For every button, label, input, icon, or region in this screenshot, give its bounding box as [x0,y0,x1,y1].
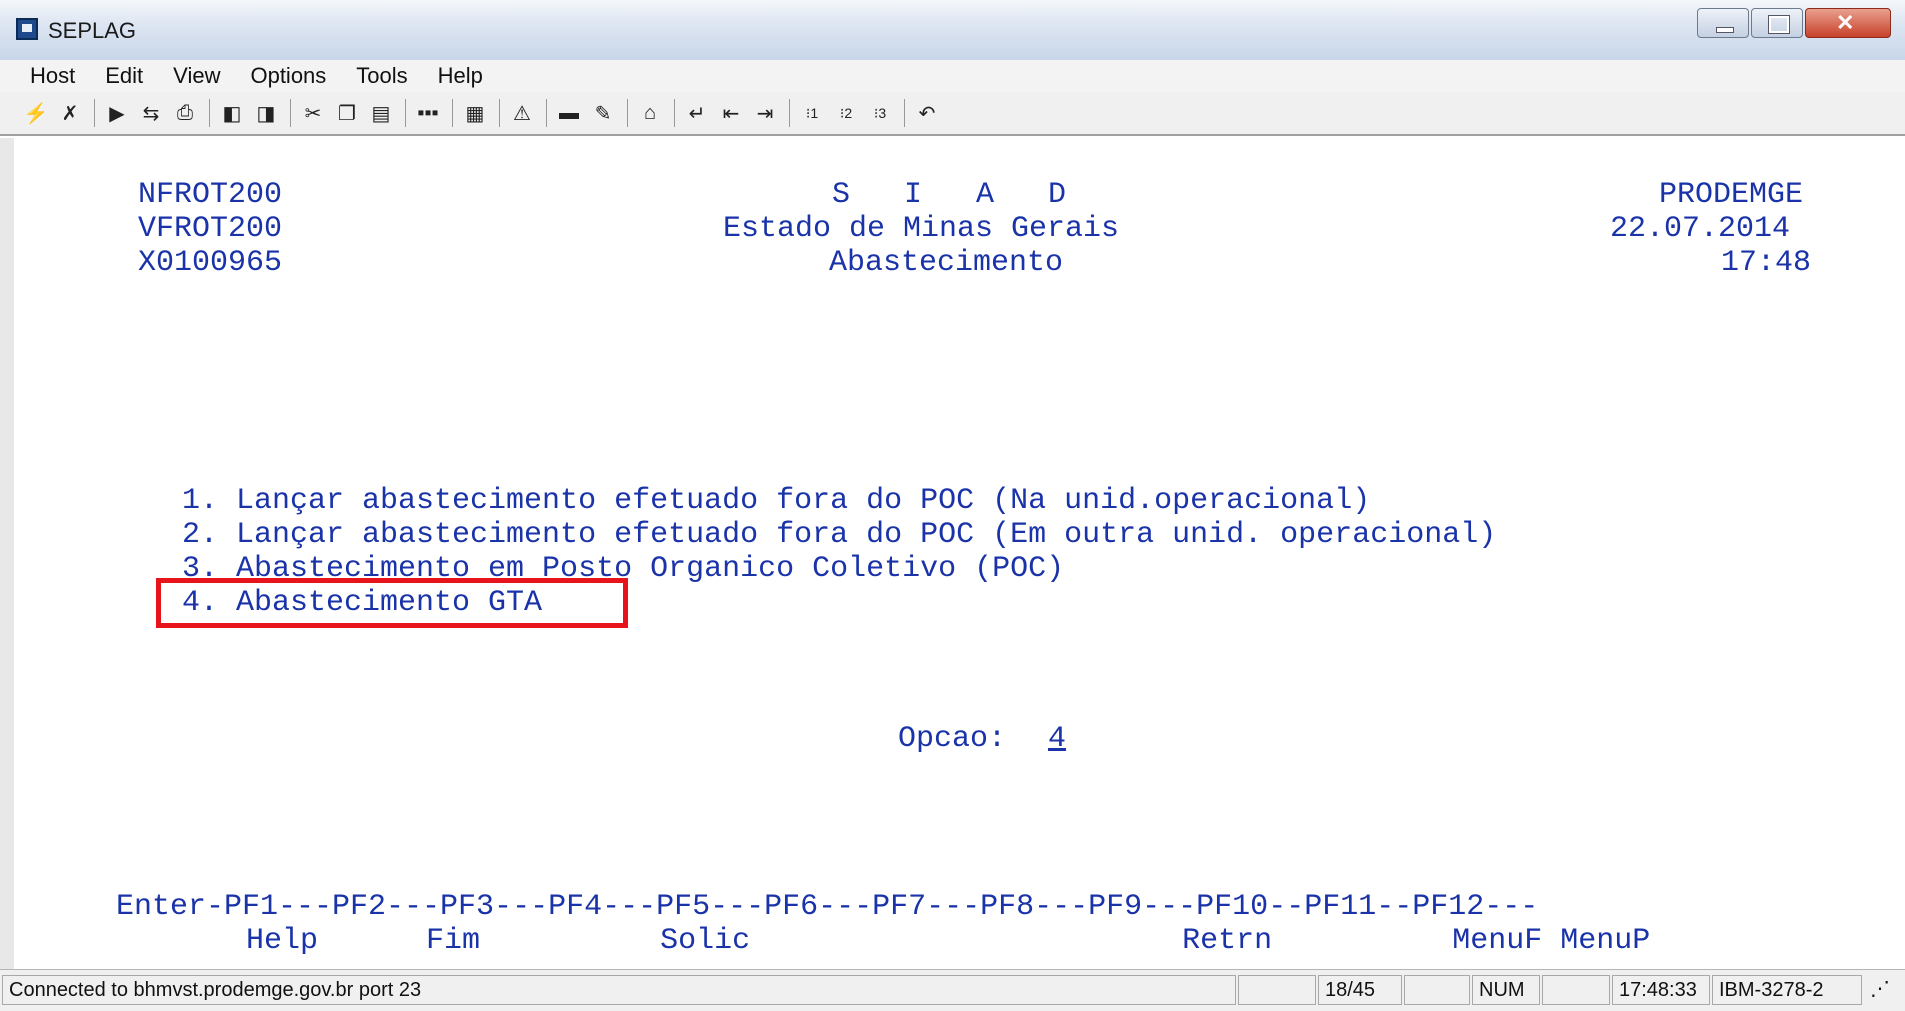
option-input[interactable]: 4 [1048,722,1066,756]
keypad-icon[interactable]: ▪▪▪ [414,99,442,127]
connection-status: Connected to bhmvst.prodemge.gov.br port… [2,975,1236,1005]
pa3-icon[interactable]: ⁝3 [866,99,894,127]
toolbar-separator [290,99,291,127]
display-icon[interactable]: ▬ [555,99,583,127]
connect-icon[interactable]: ⚡ [22,99,50,127]
highlight-annotation-box [156,578,628,628]
option-prompt-label: Opcao: [898,722,1007,756]
toolbar-separator [405,99,406,127]
toolbar-separator [674,99,675,127]
toolbar-separator [546,99,547,127]
pa2-icon[interactable]: ⁝2 [832,99,860,127]
pa1-icon[interactable]: ⁝1 [798,99,826,127]
play-macro-icon[interactable]: ▶ [103,99,131,127]
status-empty-1 [1238,975,1316,1005]
window-title: SEPLAG [48,18,137,43]
status-empty-2 [1404,975,1470,1005]
toolbar-separator [499,99,500,127]
status-time: 17:48:33 [1612,975,1710,1005]
toolbar: ⚡ ✗ ▶ ⇆ ⎙ ◧ ◨ ✂ ❐ ▤ ▪▪▪ ▦ ⚠ ▬ ✎ ⌂ ↵ ⇤ ⇥ … [0,92,1905,136]
toolbar-separator [452,99,453,127]
menu-edit[interactable]: Edit [105,63,143,89]
disconnect-icon[interactable]: ✗ [56,99,84,127]
toolbar-separator [627,99,628,127]
menu-host[interactable]: Host [30,63,75,89]
company-name: PRODEMGE [1659,178,1804,212]
tab-icon[interactable]: ⇥ [751,99,779,127]
state-name: Estado de Minas Gerais [723,212,1120,246]
menu-bar: Host Edit View Options Tools Help [0,60,1905,93]
status-empty-3 [1542,975,1610,1005]
undo-icon[interactable]: ↶ [913,99,941,127]
home-icon[interactable]: ⌂ [636,99,664,127]
send-icon[interactable]: ◧ [218,99,246,127]
edit-icon[interactable]: ✎ [589,99,617,127]
alert-icon[interactable]: ⚠ [508,99,536,127]
print-icon[interactable]: ⎙ [171,99,199,127]
maximize-button[interactable] [1751,8,1803,38]
screen-id: VFROT200 [138,212,283,246]
paste-icon[interactable]: ▤ [367,99,395,127]
menu-options[interactable]: Options [250,63,326,89]
window-title-bar[interactable]: SEPLAG [0,0,1905,61]
status-bar: Connected to bhmvst.prodemge.gov.br port… [0,969,1905,1011]
toolbar-separator [904,99,905,127]
user-id: X0100965 [138,246,283,280]
window-controls [1695,8,1891,38]
minimize-button[interactable] [1697,8,1749,38]
resize-grip-icon[interactable]: ⋰ [1864,975,1902,1005]
chart-icon[interactable]: ▦ [461,99,489,127]
menu-view[interactable]: View [173,63,220,89]
menu-option-1[interactable]: 1. Lançar abastecimento efetuado fora do… [182,484,1370,518]
terminal-type: IBM-3278-2 [1712,975,1862,1005]
screen-title: Abastecimento [829,246,1064,280]
toolbar-separator [94,99,95,127]
terminal-screen[interactable]: NFROT200 VFROT200 X0100965 S I A D Estad… [14,138,1905,969]
system-name: S I A D [832,178,1067,212]
window-left-border [0,138,15,969]
newline-icon[interactable]: ⇤ [717,99,745,127]
num-lock-indicator: NUM [1472,975,1540,1005]
receive-icon[interactable]: ◨ [252,99,280,127]
copy-icon[interactable]: ❐ [333,99,361,127]
screen-date: 22.07.2014 [1610,212,1791,246]
app-icon[interactable] [16,18,38,40]
program-id: NFROT200 [138,178,283,212]
enter-icon[interactable]: ↵ [683,99,711,127]
menu-option-2[interactable]: 2. Lançar abastecimento efetuado fora do… [182,518,1496,552]
close-button[interactable] [1805,8,1891,38]
pf-key-line: Enter-PF1---PF2---PF3---PF4---PF5---PF6-… [116,890,1539,924]
pf-key-labels: Help Fim Solic Retrn MenuF MenuP [246,924,1651,958]
toolbar-separator [789,99,790,127]
cursor-position: 18/45 [1318,975,1402,1005]
transfer-icon[interactable]: ⇆ [137,99,165,127]
cut-icon[interactable]: ✂ [299,99,327,127]
menu-tools[interactable]: Tools [356,63,407,89]
toolbar-separator [209,99,210,127]
screen-time: 17:48 [1721,246,1812,280]
menu-help[interactable]: Help [438,63,483,89]
